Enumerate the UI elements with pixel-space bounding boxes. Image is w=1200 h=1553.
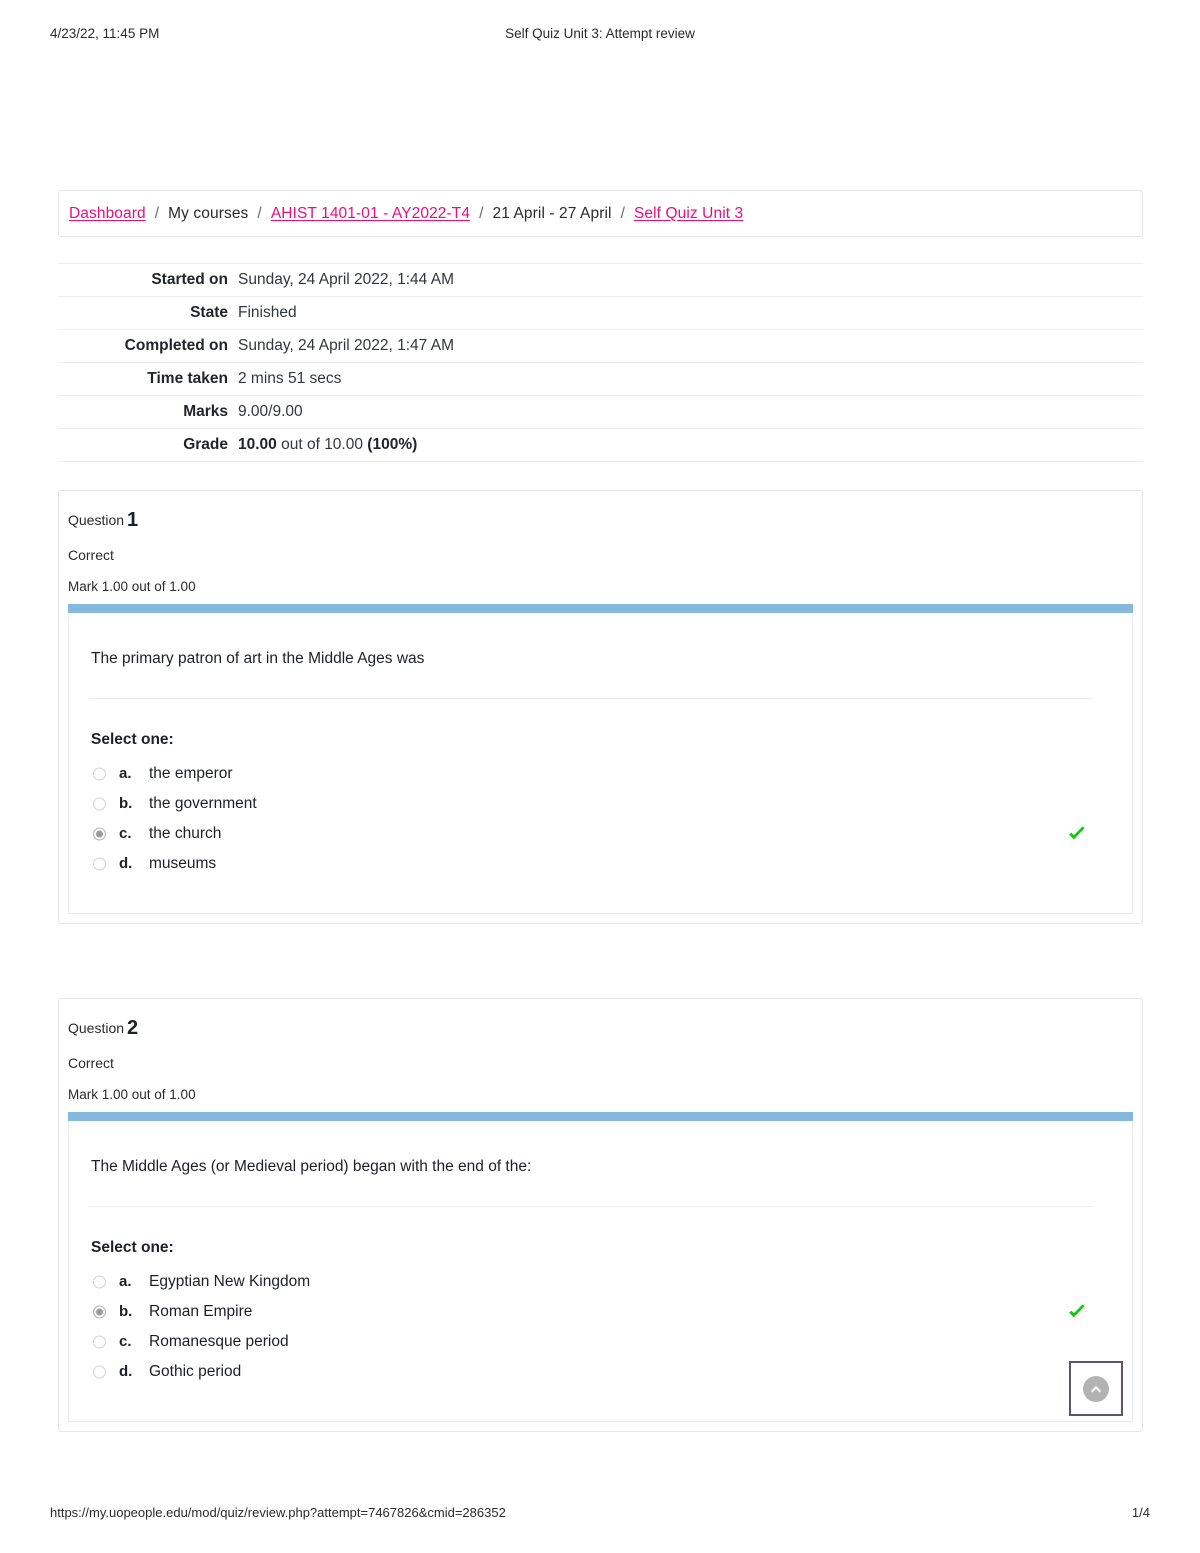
answer-letter: a.: [119, 765, 132, 783]
print-header: 4/23/22, 11:45 PM Self Quiz Unit 3: Atte…: [50, 26, 1150, 46]
answer-list: a. the emperor b. the government c. the churc…: [89, 759, 1112, 879]
answer-option[interactable]: b. the government: [89, 789, 1112, 819]
question-mark: Mark 1.00 out of 1.00: [68, 579, 196, 594]
question-info: Question 1 Correct Mark 1.00 out of 1.00: [59, 491, 1142, 604]
summary-row: Completed on Sunday, 24 April 2022, 1:47 …: [58, 329, 1143, 363]
select-one-label: Select one:: [91, 1238, 174, 1256]
answer-letter: c.: [119, 1333, 132, 1351]
answer-option[interactable]: c. the church: [89, 819, 1112, 849]
question-number: Question 2: [68, 1017, 1126, 1039]
summary-label: State: [190, 304, 228, 321]
answer-text: the emperor: [149, 764, 233, 782]
breadcrumb-item-3[interactable]: AHIST 1401-01 - AY2022-T4: [271, 205, 470, 223]
question-mark: Mark 1.00 out of 1.00: [68, 1086, 196, 1102]
question-state: Correct: [68, 1054, 114, 1071]
answer-radio[interactable]: [93, 767, 106, 781]
breadcrumb-separator: /: [620, 204, 625, 222]
question-number: Question 1: [68, 509, 1126, 531]
question-number-label: Question: [68, 1019, 125, 1036]
answer-text: museums: [149, 854, 217, 872]
answer-radio[interactable]: [93, 857, 106, 871]
answer-text: the government: [149, 794, 257, 812]
answer-radio[interactable]: [93, 1335, 106, 1349]
answer-letter: a.: [119, 1273, 132, 1291]
answer-radio[interactable]: [93, 1305, 106, 1319]
answer-letter: b.: [119, 1303, 133, 1321]
print-footer: https://my.uopeople.edu/mod/quiz/review.…: [50, 1505, 1150, 1525]
attempt-summary-table: Started on Sunday, 24 April 2022, 1:44 AM…: [58, 263, 1143, 462]
answer-letter: c.: [119, 825, 132, 843]
breadcrumb-list: Dashboard / My courses / AHIST 1401-01 - AY2…: [69, 205, 743, 223]
breadcrumb-item-4: 21 April - 27 April: [492, 204, 612, 222]
question-number-value: 2: [127, 1016, 139, 1039]
answer-letter: b.: [119, 795, 133, 813]
breadcrumb-separator: /: [154, 204, 160, 222]
answer-letter: d.: [119, 1363, 133, 1381]
summary-value: 10.00 out of 10.00 (100%): [238, 436, 418, 453]
answer-radio[interactable]: [93, 797, 106, 811]
answer-option[interactable]: a. the emperor: [89, 759, 1112, 789]
page-content: Dashboard / My courses / AHIST 1401-01 - AY2…: [58, 190, 1143, 1432]
answer-option[interactable]: b. Roman Empire: [89, 1297, 1112, 1327]
breadcrumb-item-2: My courses: [168, 204, 249, 222]
question-card: Question 2 Correct Mark 1.00 out of 1.00 The…: [58, 997, 1143, 1432]
breadcrumb-separator: /: [257, 204, 262, 222]
back-to-top-button[interactable]: [1069, 1361, 1123, 1416]
question-body: The primary patron of art in the Middle …: [68, 613, 1133, 914]
answer-text: Roman Empire: [149, 1302, 253, 1320]
breadcrumb-separator: /: [479, 204, 484, 222]
answer-radio[interactable]: [93, 1275, 106, 1289]
question-text: The Middle Ages (or Medieval period) beg…: [91, 1157, 532, 1175]
print-footer-url: https://my.uopeople.edu/mod/quiz/review.…: [50, 1505, 506, 1520]
answer-letter: d.: [119, 855, 133, 873]
summary-value: 9.00/9.00: [238, 403, 303, 420]
select-one-label: Select one:: [91, 730, 174, 748]
question-divider: [89, 1205, 1092, 1207]
answer-text: the church: [149, 824, 222, 842]
question-body: The Middle Ages (or Medieval period) beg…: [68, 1120, 1133, 1422]
print-footer-page: 1/4: [1131, 1505, 1150, 1520]
question-state: Correct: [68, 547, 114, 563]
answer-text: Romanesque period: [149, 1332, 289, 1350]
question-text: The primary patron of art in the Middle …: [91, 650, 425, 667]
correct-check-icon: [1066, 1301, 1088, 1323]
questions-container: Question 1 Correct Mark 1.00 out of 1.00 The…: [58, 490, 1143, 1432]
question-accent-bar: [68, 604, 1133, 613]
question-number-label: Question: [68, 512, 125, 528]
question-number-value: 1: [127, 509, 139, 531]
question-divider: [89, 697, 1092, 699]
answer-option[interactable]: d. Gothic period: [89, 1357, 1112, 1387]
summary-label: Marks: [183, 403, 228, 420]
answer-option[interactable]: a. Egyptian New Kingdom: [89, 1267, 1112, 1297]
answer-radio[interactable]: [93, 1365, 106, 1379]
answer-text: Gothic period: [149, 1362, 242, 1380]
summary-row: Time taken 2 mins 51 secs: [58, 362, 1143, 396]
summary-label: Time taken: [147, 370, 228, 387]
summary-row: Grade 10.00 out of 10.00 (100%): [58, 428, 1143, 462]
answer-radio[interactable]: [93, 827, 106, 841]
summary-value: Finished: [238, 304, 297, 321]
summary-row: State Finished: [58, 296, 1143, 330]
summary-row: Started on Sunday, 24 April 2022, 1:44 AM: [58, 263, 1143, 297]
correct-check-icon: [1066, 823, 1088, 845]
question-accent-bar: [68, 1111, 1133, 1121]
summary-label: Started on: [151, 271, 228, 288]
chevron-up-icon: [1083, 1375, 1109, 1402]
summary-value: Sunday, 24 April 2022, 1:47 AM: [238, 337, 455, 354]
question-info: Question 2 Correct Mark 1.00 out of 1.00: [59, 999, 1142, 1112]
print-header-title: Self Quiz Unit 3: Attempt review: [505, 26, 695, 41]
summary-label: Grade: [183, 436, 228, 453]
answer-list: a. Egyptian New Kingdom b. Roman Empire c. Ro…: [89, 1267, 1112, 1387]
answer-option[interactable]: c. Romanesque period: [89, 1327, 1112, 1357]
breadcrumb-item-1[interactable]: Dashboard: [69, 205, 146, 223]
summary-value: 2 mins 51 secs: [238, 370, 342, 387]
summary-value: Sunday, 24 April 2022, 1:44 AM: [238, 271, 455, 288]
breadcrumb-item-5[interactable]: Self Quiz Unit 3: [634, 205, 743, 223]
answer-option[interactable]: d. museums: [89, 849, 1112, 879]
summary-label: Completed on: [124, 337, 228, 354]
summary-row: Marks 9.00/9.00: [58, 395, 1143, 429]
answer-text: Egyptian New Kingdom: [149, 1272, 311, 1290]
breadcrumb: Dashboard / My courses / AHIST 1401-01 - AY2…: [58, 190, 1143, 237]
question-card: Question 1 Correct Mark 1.00 out of 1.00 The…: [58, 490, 1143, 924]
